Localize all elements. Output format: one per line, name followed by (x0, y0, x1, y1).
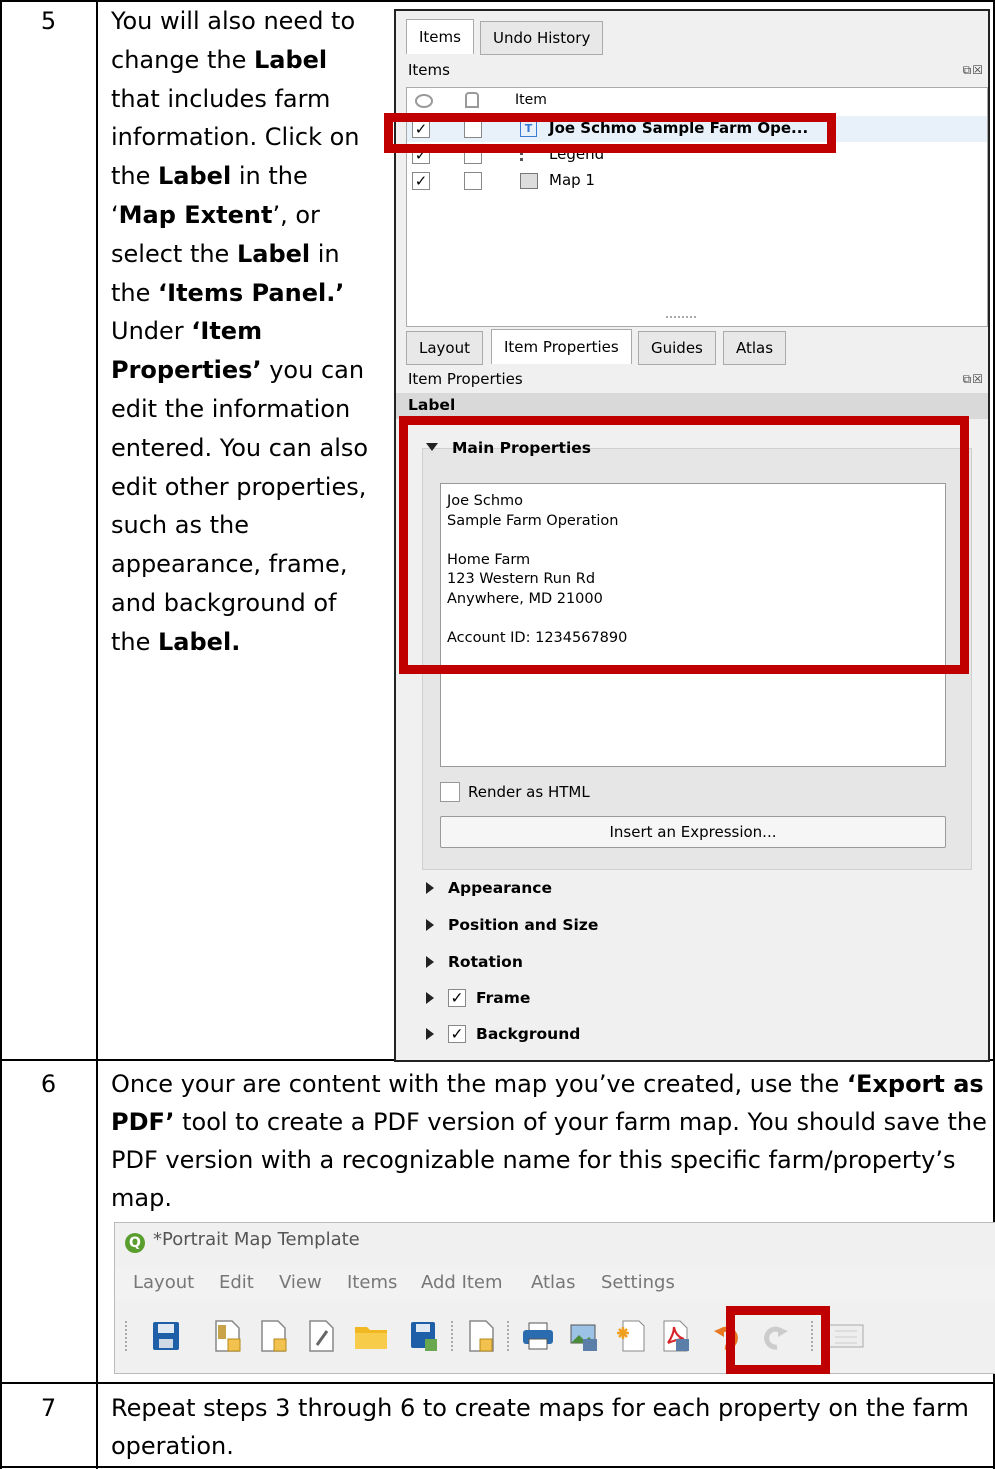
section-label: Background (476, 1025, 581, 1043)
export-svg-icon[interactable] (615, 1319, 645, 1353)
highlight-label-item (384, 113, 836, 153)
atlas-icon[interactable] (827, 1319, 867, 1353)
step-number: 7 (40, 1394, 57, 1422)
section-rotation[interactable]: Rotation (426, 953, 523, 971)
tree-item-label: Map 1 (549, 171, 595, 189)
table-bottom-border (0, 1466, 995, 1468)
step-text-segment: Label (253, 45, 328, 74)
step-number: 6 (40, 1070, 57, 1098)
expand-right-icon (426, 919, 434, 931)
section-background[interactable]: ✓ Background (426, 1025, 580, 1043)
eye-column-icon (415, 94, 433, 108)
menu-edit[interactable]: Edit (219, 1272, 254, 1293)
background-checkbox[interactable]: ✓ (448, 1025, 466, 1043)
tree-row-map-item[interactable]: ✓ Map 1 (407, 168, 987, 194)
section-position-and-size[interactable]: Position and Size (426, 916, 598, 934)
insert-expression-button[interactable]: Insert an Expression... (440, 816, 946, 848)
expand-right-icon (426, 882, 434, 894)
step-7-text: Repeat steps 3 through 6 to create maps … (111, 1389, 987, 1465)
dock-buttons[interactable]: ⧉☒ (963, 372, 984, 387)
step-text-segment: tool to create a PDF version of your far… (111, 1108, 987, 1212)
tab-guides[interactable]: Guides (638, 331, 716, 365)
qgis-logo-icon: Q (125, 1233, 145, 1253)
step-6-text: Once your are content with the map you’v… (111, 1065, 987, 1217)
step-number: 5 (40, 7, 57, 35)
step-text-segment: Once your are content with the map you’v… (111, 1070, 847, 1098)
item-column-header: Item (515, 92, 547, 108)
expand-right-icon (426, 956, 434, 968)
menu-view[interactable]: View (279, 1272, 322, 1293)
layout-toolbar (115, 1307, 995, 1363)
instruction-document: 5 You will also need to change the Label… (0, 0, 995, 1469)
table-left-border (0, 0, 2, 1469)
tab-item-properties[interactable]: Item Properties (491, 329, 632, 364)
highlight-export-pdf (726, 1306, 830, 1374)
step-text-segment: you can edit the information entered. Yo… (111, 356, 369, 656)
menu-atlas[interactable]: Atlas (531, 1272, 575, 1293)
visibility-checkbox[interactable]: ✓ (412, 172, 430, 190)
export-image-icon[interactable] (569, 1319, 599, 1353)
lock-checkbox[interactable] (464, 172, 482, 190)
lock-column-icon (465, 92, 479, 108)
step-text-segment: Label (158, 162, 232, 191)
section-label: Position and Size (448, 916, 599, 934)
item-properties-title: Item Properties (408, 370, 523, 388)
menu-items[interactable]: Items (347, 1272, 397, 1293)
dock-buttons[interactable]: ⧉☒ (963, 63, 984, 78)
expand-right-icon (426, 992, 434, 1004)
splitter-handle[interactable] (666, 316, 696, 322)
tab-items[interactable]: Items (406, 19, 474, 54)
table-column-divider (96, 0, 98, 1469)
step-text-segment: Label. (158, 627, 241, 656)
menu-layout[interactable]: Layout (133, 1272, 194, 1293)
step-text-segment: Map Extent (118, 200, 273, 229)
window-title: Q *Portrait Map Template (125, 1229, 360, 1253)
section-frame[interactable]: ✓ Frame (426, 989, 530, 1007)
step-text-segment: ‘Items Panel.’ (158, 278, 345, 307)
toolbar-grip[interactable] (125, 1321, 131, 1351)
new-layout-icon[interactable] (213, 1319, 243, 1353)
section-label: Appearance (448, 879, 552, 897)
tab-atlas[interactable]: Atlas (723, 331, 787, 365)
step-5-text: You will also need to change the Label t… (111, 2, 379, 662)
new-page-icon[interactable] (467, 1319, 497, 1353)
section-label: Frame (476, 989, 531, 1007)
step-text-segment: Under (111, 317, 192, 346)
toolbar-grip[interactable] (451, 1321, 457, 1351)
section-appearance[interactable]: Appearance (426, 879, 552, 897)
menu-settings[interactable]: Settings (601, 1272, 675, 1293)
expand-right-icon (426, 1028, 434, 1040)
section-label: Rotation (448, 953, 523, 971)
map-icon (520, 173, 538, 189)
items-panel-title: Items (408, 61, 450, 79)
toolbar-grip[interactable] (507, 1321, 513, 1351)
tab-layout[interactable]: Layout (406, 331, 483, 365)
step-text-segment: Repeat steps 3 through 6 to create maps … (111, 1394, 969, 1460)
save-icon[interactable] (151, 1319, 181, 1353)
duplicate-layout-icon[interactable] (259, 1319, 289, 1353)
row-divider-6-7 (0, 1382, 995, 1384)
frame-checkbox[interactable]: ✓ (448, 989, 466, 1007)
tab-undo-history[interactable]: Undo History (480, 21, 604, 55)
export-pdf-icon[interactable] (661, 1319, 691, 1353)
menu-add-item[interactable]: Add Item (421, 1272, 503, 1293)
step-text-segment: Label (236, 239, 311, 268)
highlight-main-properties (399, 416, 969, 674)
menu-bar: Layout Edit View Items Add Item Atlas Se… (115, 1267, 995, 1301)
render-html-checkbox[interactable] (440, 782, 460, 802)
window-title-text: *Portrait Map Template (153, 1229, 360, 1250)
render-html-label: Render as HTML (468, 783, 590, 801)
item-type-label: Label (408, 396, 456, 414)
layout-manager-icon[interactable] (307, 1319, 337, 1353)
print-icon[interactable] (521, 1319, 555, 1353)
save-template-icon[interactable] (409, 1319, 439, 1353)
qgis-toolbar-screenshot: Q *Portrait Map Template Layout Edit View… (114, 1222, 995, 1374)
open-folder-icon[interactable] (353, 1319, 389, 1353)
